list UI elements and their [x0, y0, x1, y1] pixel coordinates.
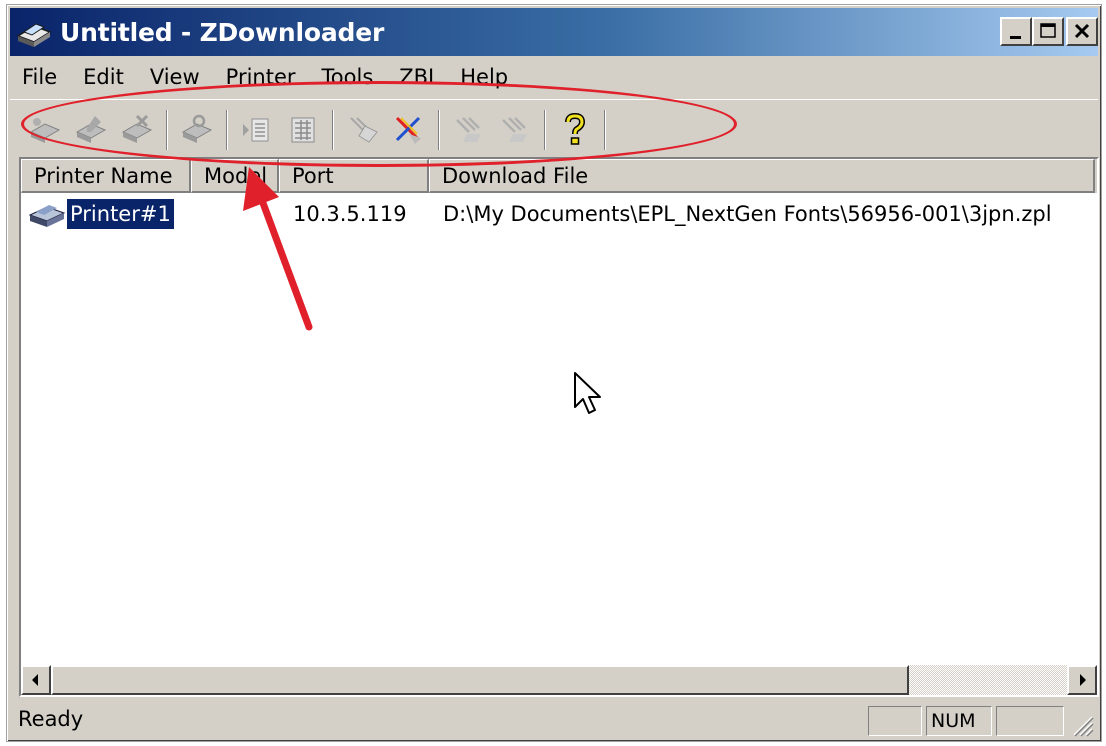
help-button[interactable] [552, 107, 598, 153]
delete-printer-button[interactable] [114, 107, 160, 153]
menu-view[interactable]: View [150, 65, 200, 89]
zpl-download-button[interactable] [492, 107, 538, 153]
close-button[interactable] [1066, 17, 1098, 46]
menu-printer[interactable]: Printer [226, 65, 296, 89]
toolbar-separator [438, 109, 440, 150]
toolbar-separator [544, 109, 546, 150]
toolbar-separator [332, 109, 334, 150]
grid-icon [291, 117, 315, 142]
cell-printer-name[interactable]: Printer#1 [66, 198, 175, 230]
epl-download-button[interactable] [446, 107, 492, 153]
app-window: Untitled - ZDownloader File Edit View Pr… [6, 4, 1102, 742]
minimize-icon [1010, 36, 1021, 39]
delete-printer-icon [121, 114, 153, 143]
column-header-model[interactable]: Model [191, 159, 279, 193]
cell-download-file: D:\My Documents\EPL_NextGen Fonts\56956-… [443, 202, 1052, 226]
close-icon [1074, 23, 1090, 39]
menu-file[interactable]: File [22, 65, 57, 89]
maximize-button[interactable] [1032, 17, 1064, 46]
toolbar-separator [604, 109, 606, 150]
menu-bar: File Edit View Printer Tools ZBI Help [10, 59, 1098, 95]
cancel-download-icon [395, 116, 421, 144]
cancel-download-button[interactable] [386, 107, 432, 153]
printer-list[interactable]: Printer Name Model Port Download File Pr… [19, 157, 1099, 697]
arrow-right-icon [1080, 674, 1086, 686]
printer-app-icon [16, 23, 52, 47]
printer-settings-button[interactable] [174, 107, 220, 153]
maximize-icon [1040, 23, 1056, 38]
grid-view-button[interactable] [280, 107, 326, 153]
horizontal-scrollbar[interactable] [21, 665, 1097, 695]
zpl-download-icon [502, 116, 527, 142]
status-pane [996, 706, 1064, 736]
title-bar[interactable]: Untitled - ZDownloader [10, 8, 1098, 56]
toolbar [10, 99, 1098, 159]
add-printer-icon [29, 117, 61, 143]
status-bar: Ready NUM [10, 703, 1098, 739]
download-icon [350, 116, 378, 143]
edit-printer-icon [75, 115, 107, 143]
column-header-printer-name[interactable]: Printer Name [21, 159, 191, 193]
toolbar-separator [166, 109, 168, 150]
scroll-right-button[interactable] [1067, 665, 1097, 695]
help-icon [565, 112, 586, 145]
table-row[interactable]: Printer#1 10.3.5.119 D:\My Documents\EPL… [21, 197, 1097, 233]
minimize-button[interactable] [1000, 17, 1032, 46]
status-pane [868, 706, 922, 736]
menu-zbi[interactable]: ZBI [399, 65, 434, 89]
download-button[interactable] [340, 107, 386, 153]
printer-settings-icon [181, 114, 213, 143]
menu-edit[interactable]: Edit [83, 65, 124, 89]
mouse-pointer-icon [574, 372, 601, 414]
printer-icon [28, 205, 66, 227]
status-pane-num: NUM [926, 706, 992, 736]
menu-tools[interactable]: Tools [322, 65, 374, 89]
toolbar-separator [226, 109, 228, 150]
list-header: Printer Name Model Port Download File [21, 159, 1097, 193]
arrow-left-icon [32, 674, 38, 686]
column-header-port[interactable]: Port [279, 159, 429, 193]
scroll-left-button[interactable] [21, 665, 51, 695]
scrollbar-thumb[interactable] [51, 665, 909, 695]
menu-help[interactable]: Help [460, 65, 508, 89]
edit-printer-button[interactable] [68, 107, 114, 153]
epl-download-icon [456, 116, 481, 142]
status-text: Ready [18, 707, 84, 731]
cell-port: 10.3.5.119 [293, 202, 407, 226]
size-grip-icon[interactable] [1068, 711, 1094, 737]
window-title: Untitled - ZDownloader [60, 17, 385, 47]
add-printer-button[interactable] [22, 107, 68, 153]
list-icon [243, 118, 269, 141]
column-header-download-file[interactable]: Download File [429, 159, 1095, 193]
list-view-button[interactable] [234, 107, 280, 153]
